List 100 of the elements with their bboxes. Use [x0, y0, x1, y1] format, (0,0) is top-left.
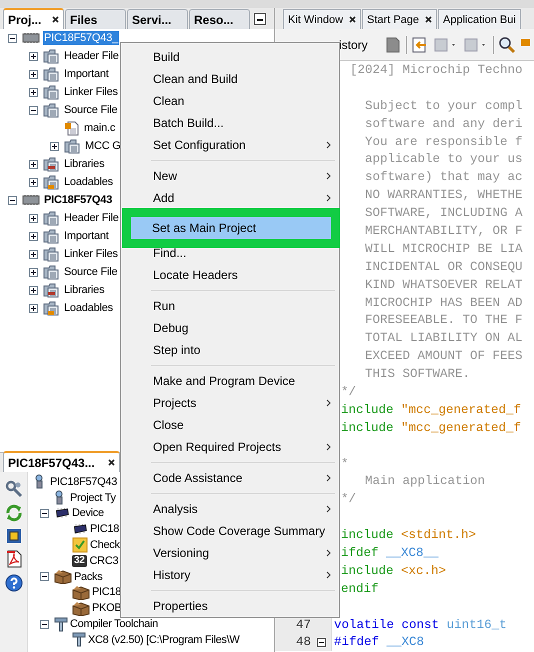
- tree-item[interactable]: Libraries: [63, 283, 106, 297]
- menu-item[interactable]: Projects: [121, 392, 339, 414]
- search-icon[interactable]: [498, 36, 516, 54]
- tree-item[interactable]: main.c: [83, 121, 116, 135]
- menu-item[interactable]: Run: [121, 295, 339, 317]
- tree-item[interactable]: PIC18F57Q43_: [43, 31, 120, 45]
- refresh-icon[interactable]: [4, 504, 22, 522]
- collapse-icon[interactable]: [8, 196, 17, 204]
- tree-item[interactable]: Check: [90, 539, 120, 552]
- chip-icon: [22, 32, 40, 44]
- tree-item[interactable]: XC8 (v2.50) [C:\Program Files\W: [88, 634, 240, 646]
- menu-item[interactable]: Clean and Build: [121, 68, 339, 90]
- tree-item[interactable]: Project Ty: [70, 492, 116, 504]
- code-line: THIS SOFTWARE.: [364, 367, 470, 382]
- menu-item[interactable]: New: [121, 165, 339, 187]
- tree-item[interactable]: Loadables: [63, 175, 114, 189]
- expand-icon[interactable]: [29, 70, 38, 78]
- tree-item[interactable]: MCC G: [84, 139, 122, 153]
- tree-item[interactable]: PIC18: [92, 586, 122, 598]
- chip-icon: [72, 524, 88, 534]
- expand-icon[interactable]: [29, 214, 38, 222]
- collapse-icon[interactable]: [40, 572, 49, 582]
- menu-item[interactable]: History: [121, 564, 339, 586]
- menu-item[interactable]: Show Code Coverage Summary: [121, 520, 339, 542]
- help-icon[interactable]: [4, 574, 22, 592]
- menu-item[interactable]: Analysis: [121, 498, 339, 520]
- tree-item[interactable]: Loadables: [63, 301, 114, 315]
- menu-item[interactable]: Set as Main Project: [131, 217, 331, 239]
- menu-item[interactable]: Make and Program Device: [121, 370, 339, 392]
- line-number: 48: [296, 635, 311, 650]
- menu-item[interactable]: Locate Headers: [121, 264, 339, 286]
- panel-tab[interactable]: Servi...: [127, 9, 188, 29]
- document-icon[interactable]: [384, 36, 402, 54]
- expand-icon[interactable]: [29, 160, 38, 168]
- menu-item[interactable]: Batch Build...: [121, 112, 339, 134]
- panel-tab[interactable]: PIC18F57Q43...: [3, 451, 120, 472]
- menu-item[interactable]: Code Assistance: [121, 467, 339, 489]
- tree-item[interactable]: PIC18F57Q43: [43, 193, 114, 207]
- expand-icon[interactable]: [29, 232, 38, 240]
- panel-tab[interactable]: Proj...: [3, 8, 64, 29]
- tree-item[interactable]: Linker Files: [63, 247, 119, 261]
- collapse-icon[interactable]: [8, 34, 17, 42]
- minimize-icon[interactable]: [254, 13, 266, 25]
- c-file-icon: [64, 120, 80, 136]
- back-arrow-icon[interactable]: [410, 36, 429, 54]
- tree-item[interactable]: Header File: [63, 211, 120, 225]
- tree-item[interactable]: PIC18F57Q43: [50, 476, 118, 488]
- tree-item[interactable]: Libraries: [63, 157, 106, 171]
- tree-item[interactable]: Source File: [63, 265, 118, 279]
- collapse-icon[interactable]: [40, 620, 49, 629]
- panel-tab[interactable]: Reso...: [189, 9, 250, 29]
- chip-icon[interactable]: [6, 528, 22, 544]
- code-line: */: [340, 384, 356, 399]
- menu-item[interactable]: Step into: [121, 339, 339, 361]
- close-icon[interactable]: [425, 16, 432, 23]
- collapse-icon[interactable]: [317, 638, 326, 647]
- menu-item[interactable]: Set Configuration: [121, 134, 339, 156]
- menu-item[interactable]: Properties: [121, 595, 339, 617]
- code-line: include <xc.h>: [340, 564, 446, 578]
- code-line: EXCEED AMOUNT OF FEES: [364, 349, 523, 364]
- editor-tab[interactable]: Kit Window: [283, 9, 362, 29]
- expand-icon[interactable]: [29, 286, 38, 294]
- expand-icon[interactable]: [29, 178, 38, 186]
- close-icon[interactable]: [52, 16, 59, 23]
- collapse-icon[interactable]: [40, 508, 49, 518]
- close-icon[interactable]: [349, 16, 356, 23]
- menu-item[interactable]: Open Required Projects: [121, 436, 339, 458]
- tree-item[interactable]: Important: [63, 229, 110, 243]
- menu-item[interactable]: Add: [121, 187, 339, 209]
- panel-tab[interactable]: Files: [65, 9, 126, 29]
- close-icon[interactable]: [108, 459, 115, 466]
- tree-item[interactable]: Important: [63, 67, 110, 81]
- expand-icon[interactable]: [50, 142, 59, 150]
- tree-item[interactable]: PKOB: [92, 602, 122, 614]
- expand-icon[interactable]: [29, 88, 38, 96]
- editor-tab[interactable]: Start Page: [362, 9, 438, 29]
- tree-item[interactable]: Header File: [63, 49, 120, 63]
- tree-item[interactable]: Linker Files: [63, 85, 119, 99]
- tree-item[interactable]: Device: [72, 507, 104, 520]
- tree-item[interactable]: Compiler Toolchain: [70, 618, 158, 630]
- folder-icon: [43, 102, 60, 118]
- history-tab[interactable]: istory: [339, 38, 368, 52]
- pdf-icon[interactable]: [6, 550, 22, 568]
- tree-item[interactable]: Packs: [74, 570, 102, 583]
- tree-item[interactable]: PIC18: [90, 523, 120, 536]
- menu-item[interactable]: Versioning: [121, 542, 339, 564]
- menu-item[interactable]: Debug: [121, 317, 339, 339]
- folder-icon: [43, 228, 60, 244]
- editor-tab[interactable]: Application Bui: [438, 9, 521, 29]
- menu-item[interactable]: Clean: [121, 90, 339, 112]
- menu-item[interactable]: Find...: [121, 242, 339, 264]
- expand-icon[interactable]: [29, 268, 38, 276]
- tree-item[interactable]: Source File: [63, 103, 118, 117]
- expand-icon[interactable]: [29, 52, 38, 60]
- collapse-icon[interactable]: [29, 106, 38, 114]
- menu-item[interactable]: Build: [121, 46, 339, 68]
- expand-icon[interactable]: [29, 250, 38, 258]
- menu-item[interactable]: Close: [121, 414, 339, 436]
- tree-item[interactable]: CRC3: [90, 554, 118, 567]
- expand-icon[interactable]: [29, 304, 38, 312]
